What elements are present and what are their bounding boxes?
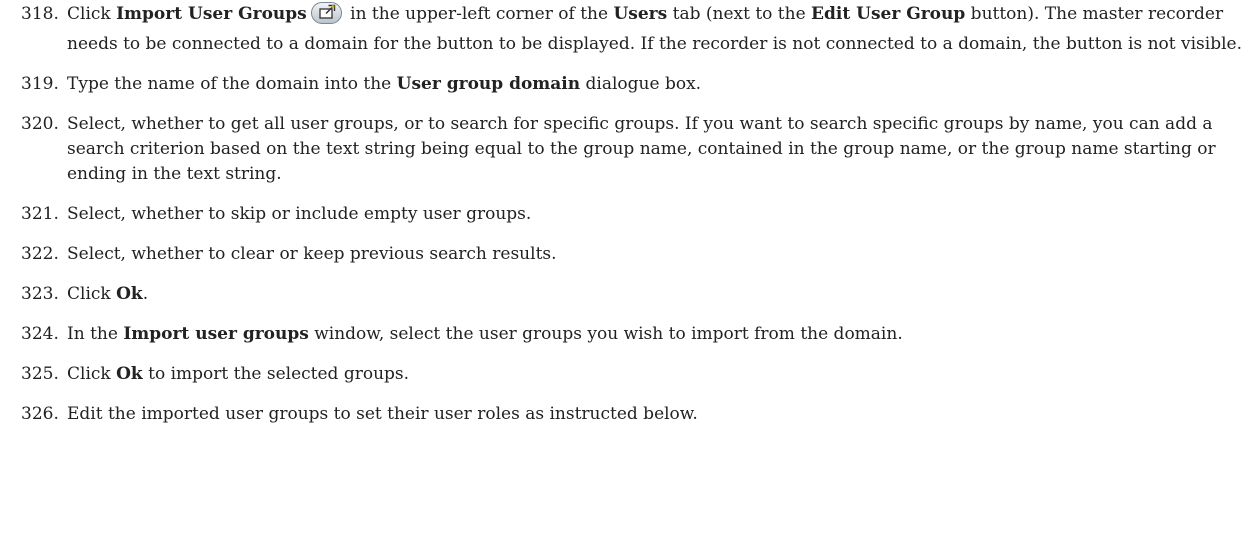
- step-text: Click Import User Groups in the upper-le…: [67, 2, 1242, 54]
- step-item: 323. Click Ok.: [0, 282, 1255, 307]
- step-number: 322.: [21, 244, 59, 264]
- bold-term: Users: [613, 4, 668, 24]
- step-item: 319. Type the name of the domain into the…: [0, 72, 1255, 97]
- text-run: Select, whether to get all user groups, …: [67, 114, 1216, 184]
- step-item: 318. Click Import User Groups in the uppe…: [0, 2, 1255, 57]
- step-number: 326.: [21, 404, 59, 424]
- step-text: Edit the imported user groups to set the…: [67, 404, 698, 424]
- step-item: 320. Select, whether to get all user grou…: [0, 112, 1255, 187]
- text-run: dialogue box.: [580, 74, 702, 94]
- step-item: 322. Select, whether to clear or keep pre…: [0, 242, 1255, 267]
- step-item: 326. Edit the imported user groups to set…: [0, 402, 1255, 427]
- step-text: Select, whether to clear or keep previou…: [67, 244, 557, 264]
- text-run: Edit the imported user groups to set the…: [67, 404, 698, 424]
- import-user-groups-icon: [310, 2, 342, 32]
- text-run: Type the name of the domain into the: [67, 74, 397, 94]
- bold-term: Edit User Group: [811, 4, 966, 24]
- text-run: Select, whether to clear or keep previou…: [67, 244, 557, 264]
- bold-term: Ok: [116, 364, 143, 384]
- text-run: Click: [67, 364, 117, 384]
- step-number: 323.: [21, 284, 59, 304]
- step-text: Select, whether to get all user groups, …: [67, 114, 1216, 184]
- step-text: Type the name of the domain into the Use…: [67, 74, 701, 94]
- step-number: 320.: [21, 114, 59, 134]
- text-run: window, select the user groups you wish …: [308, 324, 903, 344]
- step-text: Click Ok to import the selected groups.: [67, 364, 409, 384]
- text-run: Click: [67, 284, 117, 304]
- step-number: 319.: [21, 74, 59, 94]
- step-item: 324. In the Import user groups window, se…: [0, 322, 1255, 347]
- text-run: .: [142, 284, 149, 304]
- step-item: 325. Click Ok to import the selected grou…: [0, 362, 1255, 387]
- step-number: 318.: [21, 4, 59, 24]
- text-run: to import the selected groups.: [142, 364, 410, 384]
- bold-term: Ok: [116, 284, 143, 304]
- step-text: Click Ok.: [67, 284, 148, 304]
- step-number: 321.: [21, 204, 59, 224]
- instruction-list: 318. Click Import User Groups in the uppe…: [0, 0, 1255, 427]
- step-number: 324.: [21, 324, 59, 344]
- text-run: In the: [67, 324, 124, 344]
- bold-term: Import User Groups: [116, 4, 307, 24]
- text-run: in the upper-left corner of the: [344, 4, 614, 24]
- step-text: In the Import user groups window, select…: [67, 324, 903, 344]
- bold-term: User group domain: [396, 74, 581, 94]
- step-item: 321. Select, whether to skip or include e…: [0, 202, 1255, 227]
- text-run: Click: [67, 4, 117, 24]
- step-text: Select, whether to skip or include empty…: [67, 204, 531, 224]
- text-run: Select, whether to skip or include empty…: [67, 204, 532, 224]
- bold-term: Import user groups: [123, 324, 309, 344]
- step-number: 325.: [21, 364, 59, 384]
- text-run: tab (next to the: [667, 4, 812, 24]
